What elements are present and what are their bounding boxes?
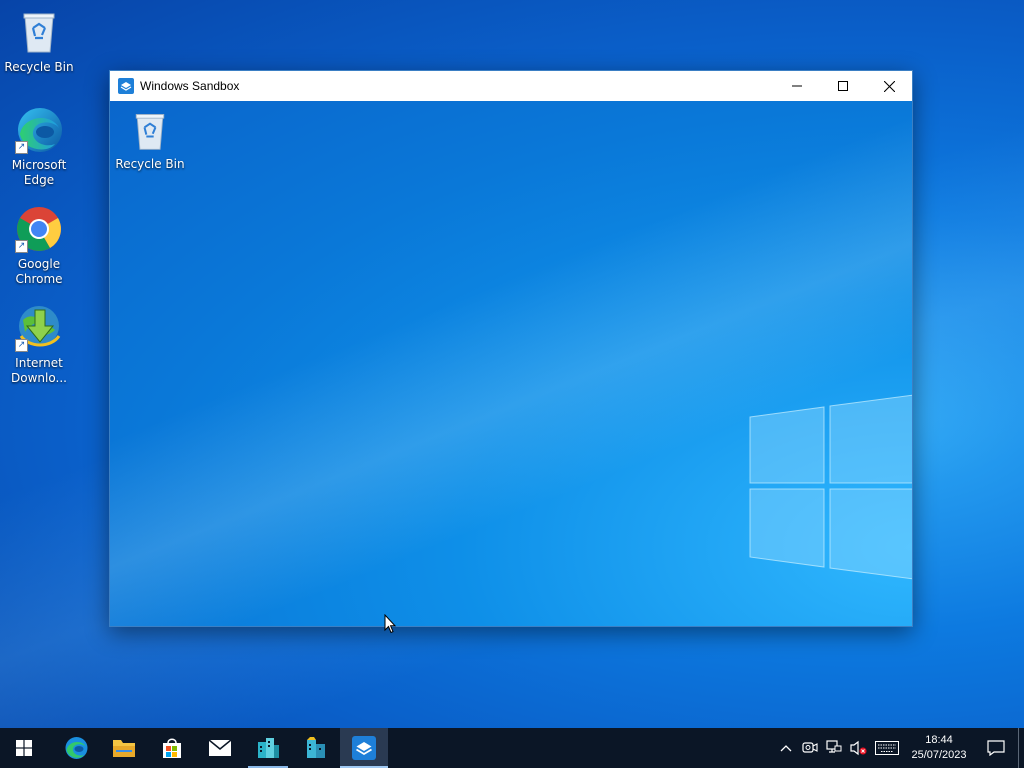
desktop-icon-google-chrome[interactable]: ↗ Google Chrome bbox=[1, 205, 77, 287]
desktop-icon-microsoft-edge[interactable]: ↗ Microsoft Edge bbox=[1, 106, 77, 188]
meet-now-button[interactable] bbox=[798, 728, 822, 768]
edge-icon: ↗ bbox=[15, 106, 63, 154]
recycle-bin-icon bbox=[15, 8, 63, 56]
shortcut-arrow-icon: ↗ bbox=[15, 339, 28, 352]
folder-icon bbox=[113, 740, 135, 757]
taskbar-button-store[interactable] bbox=[148, 728, 196, 768]
title-bar[interactable]: Windows Sandbox bbox=[110, 71, 912, 101]
taskbar-button-app-2[interactable] bbox=[292, 728, 340, 768]
app-building-icon bbox=[258, 738, 279, 758]
recycle-bin-icon bbox=[128, 109, 172, 153]
taskbar-button-mail[interactable] bbox=[196, 728, 244, 768]
edge-icon bbox=[65, 737, 88, 759]
window-title: Windows Sandbox bbox=[140, 79, 240, 93]
shortcut-arrow-icon: ↗ bbox=[15, 141, 28, 154]
taskbar: 18:44 25/07/2023 bbox=[0, 728, 1024, 768]
idm-icon: ↗ bbox=[15, 304, 63, 352]
close-icon bbox=[883, 80, 895, 92]
maximize-button[interactable] bbox=[820, 71, 866, 101]
shortcut-arrow-icon: ↗ bbox=[15, 240, 28, 253]
touch-keyboard-button[interactable] bbox=[870, 728, 904, 768]
show-hidden-icons-button[interactable] bbox=[774, 728, 798, 768]
maximize-icon bbox=[838, 81, 848, 91]
taskbar-button-windows-sandbox[interactable] bbox=[340, 728, 388, 768]
mouse-cursor-icon bbox=[384, 614, 396, 634]
chevron-up-icon bbox=[780, 745, 792, 752]
mail-icon bbox=[208, 739, 232, 756]
close-button[interactable] bbox=[866, 71, 912, 101]
keyboard-icon bbox=[875, 741, 899, 755]
desktop-icon-label: Microsoft Edge bbox=[11, 158, 67, 187]
chrome-icon: ↗ bbox=[15, 205, 63, 253]
minimize-icon bbox=[792, 85, 802, 87]
system-tray: 18:44 25/07/2023 bbox=[774, 728, 1024, 768]
network-button[interactable] bbox=[822, 728, 846, 768]
show-desktop-button[interactable] bbox=[1018, 728, 1024, 768]
desktop-icon-recycle-bin[interactable]: Recycle Bin bbox=[1, 8, 77, 75]
minimize-button[interactable] bbox=[774, 71, 820, 101]
windows-logo-icon bbox=[749, 394, 912, 580]
meet-now-icon bbox=[802, 742, 818, 753]
notification-icon bbox=[987, 740, 1005, 756]
sandbox-desktop-icon-recycle-bin[interactable]: Recycle Bin bbox=[112, 109, 188, 172]
sandbox-desktop[interactable]: Recycle Bin bbox=[110, 101, 912, 626]
clock-date: 25/07/2023 bbox=[911, 749, 967, 761]
volume-button[interactable] bbox=[846, 728, 870, 768]
taskbar-button-edge[interactable] bbox=[52, 728, 100, 768]
desktop-icon-label: Internet Downlo... bbox=[11, 356, 67, 385]
action-center-button[interactable] bbox=[974, 728, 1018, 768]
sandbox-icon bbox=[352, 736, 376, 760]
desktop-icon-label: Recycle Bin bbox=[4, 60, 74, 74]
clock-time: 18:44 bbox=[925, 734, 953, 746]
desktop-icon-label: Google Chrome bbox=[15, 257, 63, 286]
windows-start-icon bbox=[16, 740, 32, 756]
start-button[interactable] bbox=[0, 728, 48, 768]
volume-muted-icon bbox=[850, 740, 867, 756]
taskbar-button-app-1[interactable] bbox=[244, 728, 292, 768]
network-icon bbox=[826, 740, 842, 753]
store-icon bbox=[163, 738, 181, 758]
desktop-icon-internet-download-manager[interactable]: ↗ Internet Downlo... bbox=[1, 304, 77, 386]
desktop-icon-label: Recycle Bin bbox=[115, 157, 185, 171]
taskbar-button-file-explorer[interactable] bbox=[100, 728, 148, 768]
app-building-2-icon bbox=[307, 737, 325, 758]
sandbox-icon bbox=[118, 78, 134, 94]
windows-sandbox-window[interactable]: Windows Sandbox Recycle Bin bbox=[109, 70, 913, 627]
clock[interactable]: 18:44 25/07/2023 bbox=[904, 733, 974, 763]
